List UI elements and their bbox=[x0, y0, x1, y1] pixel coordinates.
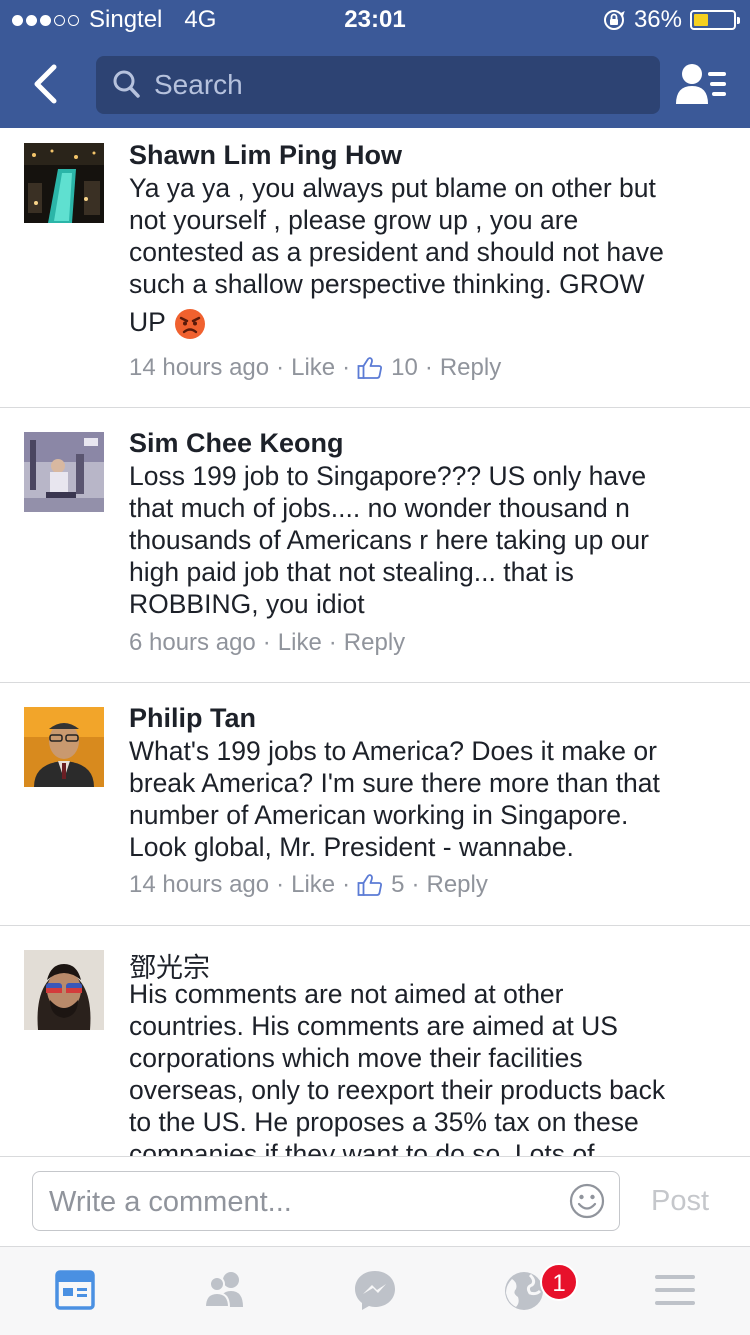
comment-author[interactable]: Philip Tan bbox=[129, 703, 256, 734]
avatar[interactable] bbox=[24, 432, 104, 512]
friends-list-icon bbox=[676, 64, 726, 104]
comment-timestamp: 14 hours ago bbox=[129, 354, 270, 381]
tab-menu[interactable] bbox=[650, 1267, 700, 1313]
comment-text: What's 199 jobs to America? Does it make… bbox=[129, 736, 660, 862]
comment-meta: 6 hours ago · Like · Reply bbox=[129, 629, 406, 657]
tab-messenger[interactable] bbox=[350, 1267, 400, 1313]
comment-text: His comments are not aimed at other coun… bbox=[129, 979, 666, 1156]
thumbs-up-icon bbox=[357, 357, 383, 379]
comment-text: Ya ya ya , you always put blame on other… bbox=[129, 172, 729, 340]
like-button[interactable]: Like bbox=[291, 871, 335, 899]
comment-item: Shawn Lim Ping How Ya ya ya , you always… bbox=[0, 128, 750, 408]
reply-button[interactable]: Reply bbox=[427, 871, 488, 899]
navigation-bar: Search bbox=[0, 40, 750, 128]
comment-composer: Write a comment... Post bbox=[0, 1156, 750, 1247]
tab-bar bbox=[0, 1246, 750, 1335]
reply-button[interactable]: Reply bbox=[344, 629, 405, 657]
post-button[interactable]: Post bbox=[651, 1185, 709, 1218]
comment-item: Philip Tan What's 199 jobs to America? D… bbox=[0, 683, 750, 926]
back-button[interactable] bbox=[24, 58, 74, 110]
like-count[interactable]: 10 bbox=[391, 354, 418, 382]
comment-item: Sim Chee Keong Loss 199 job to Singapore… bbox=[0, 408, 750, 683]
rotation-lock-icon bbox=[603, 10, 625, 30]
status-bar: Singtel 4G 23:01 36% bbox=[0, 0, 750, 40]
comment-meta: 14 hours ago · Like · 5 · Reply bbox=[129, 871, 488, 899]
comment-meta: 14 hours ago · Like · 10 · Reply bbox=[129, 354, 502, 382]
comment-input[interactable]: Write a comment... bbox=[32, 1171, 620, 1231]
menu-icon bbox=[655, 1275, 695, 1305]
thumbs-up-icon bbox=[357, 874, 383, 896]
avatar[interactable] bbox=[24, 950, 104, 1030]
comment-text: Loss 199 job to Singapore??? US only hav… bbox=[129, 461, 649, 619]
battery-percent: 36% bbox=[633, 6, 682, 33]
like-button[interactable]: Like bbox=[291, 354, 335, 382]
avatar[interactable] bbox=[24, 143, 104, 223]
search-placeholder: Search bbox=[154, 69, 243, 100]
comment-author[interactable]: Sim Chee Keong bbox=[129, 428, 344, 459]
notification-badge[interactable]: 1 bbox=[540, 1263, 578, 1301]
comment-item: 鄧光宗 His comments are not aimed at other … bbox=[0, 926, 750, 1156]
comment-timestamp: 14 hours ago bbox=[129, 871, 270, 898]
comment-author[interactable]: Shawn Lim Ping How bbox=[129, 140, 402, 171]
comments-list: Shawn Lim Ping How Ya ya ya , you always… bbox=[0, 128, 750, 1156]
back-arrow-icon bbox=[34, 64, 57, 104]
like-button[interactable]: Like bbox=[278, 629, 322, 657]
search-input[interactable]: Search bbox=[96, 56, 660, 114]
friends-list-button[interactable] bbox=[674, 62, 730, 108]
comment-timestamp: 6 hours ago bbox=[129, 629, 256, 656]
smiley-icon[interactable] bbox=[569, 1183, 605, 1219]
messenger-icon bbox=[355, 1271, 395, 1310]
comment-placeholder: Write a comment... bbox=[49, 1186, 292, 1218]
news-feed-icon bbox=[55, 1270, 95, 1310]
tab-friends[interactable] bbox=[200, 1267, 250, 1313]
angry-face-emoji bbox=[174, 309, 205, 339]
top-bar: Singtel 4G 23:01 36% Search bbox=[0, 0, 750, 128]
search-icon bbox=[113, 70, 140, 98]
friends-icon bbox=[203, 1272, 243, 1308]
reply-button[interactable]: Reply bbox=[440, 354, 501, 382]
tab-news-feed[interactable] bbox=[50, 1267, 100, 1313]
battery-icon bbox=[690, 10, 740, 30]
like-count[interactable]: 5 bbox=[391, 871, 404, 899]
avatar[interactable] bbox=[24, 707, 104, 787]
